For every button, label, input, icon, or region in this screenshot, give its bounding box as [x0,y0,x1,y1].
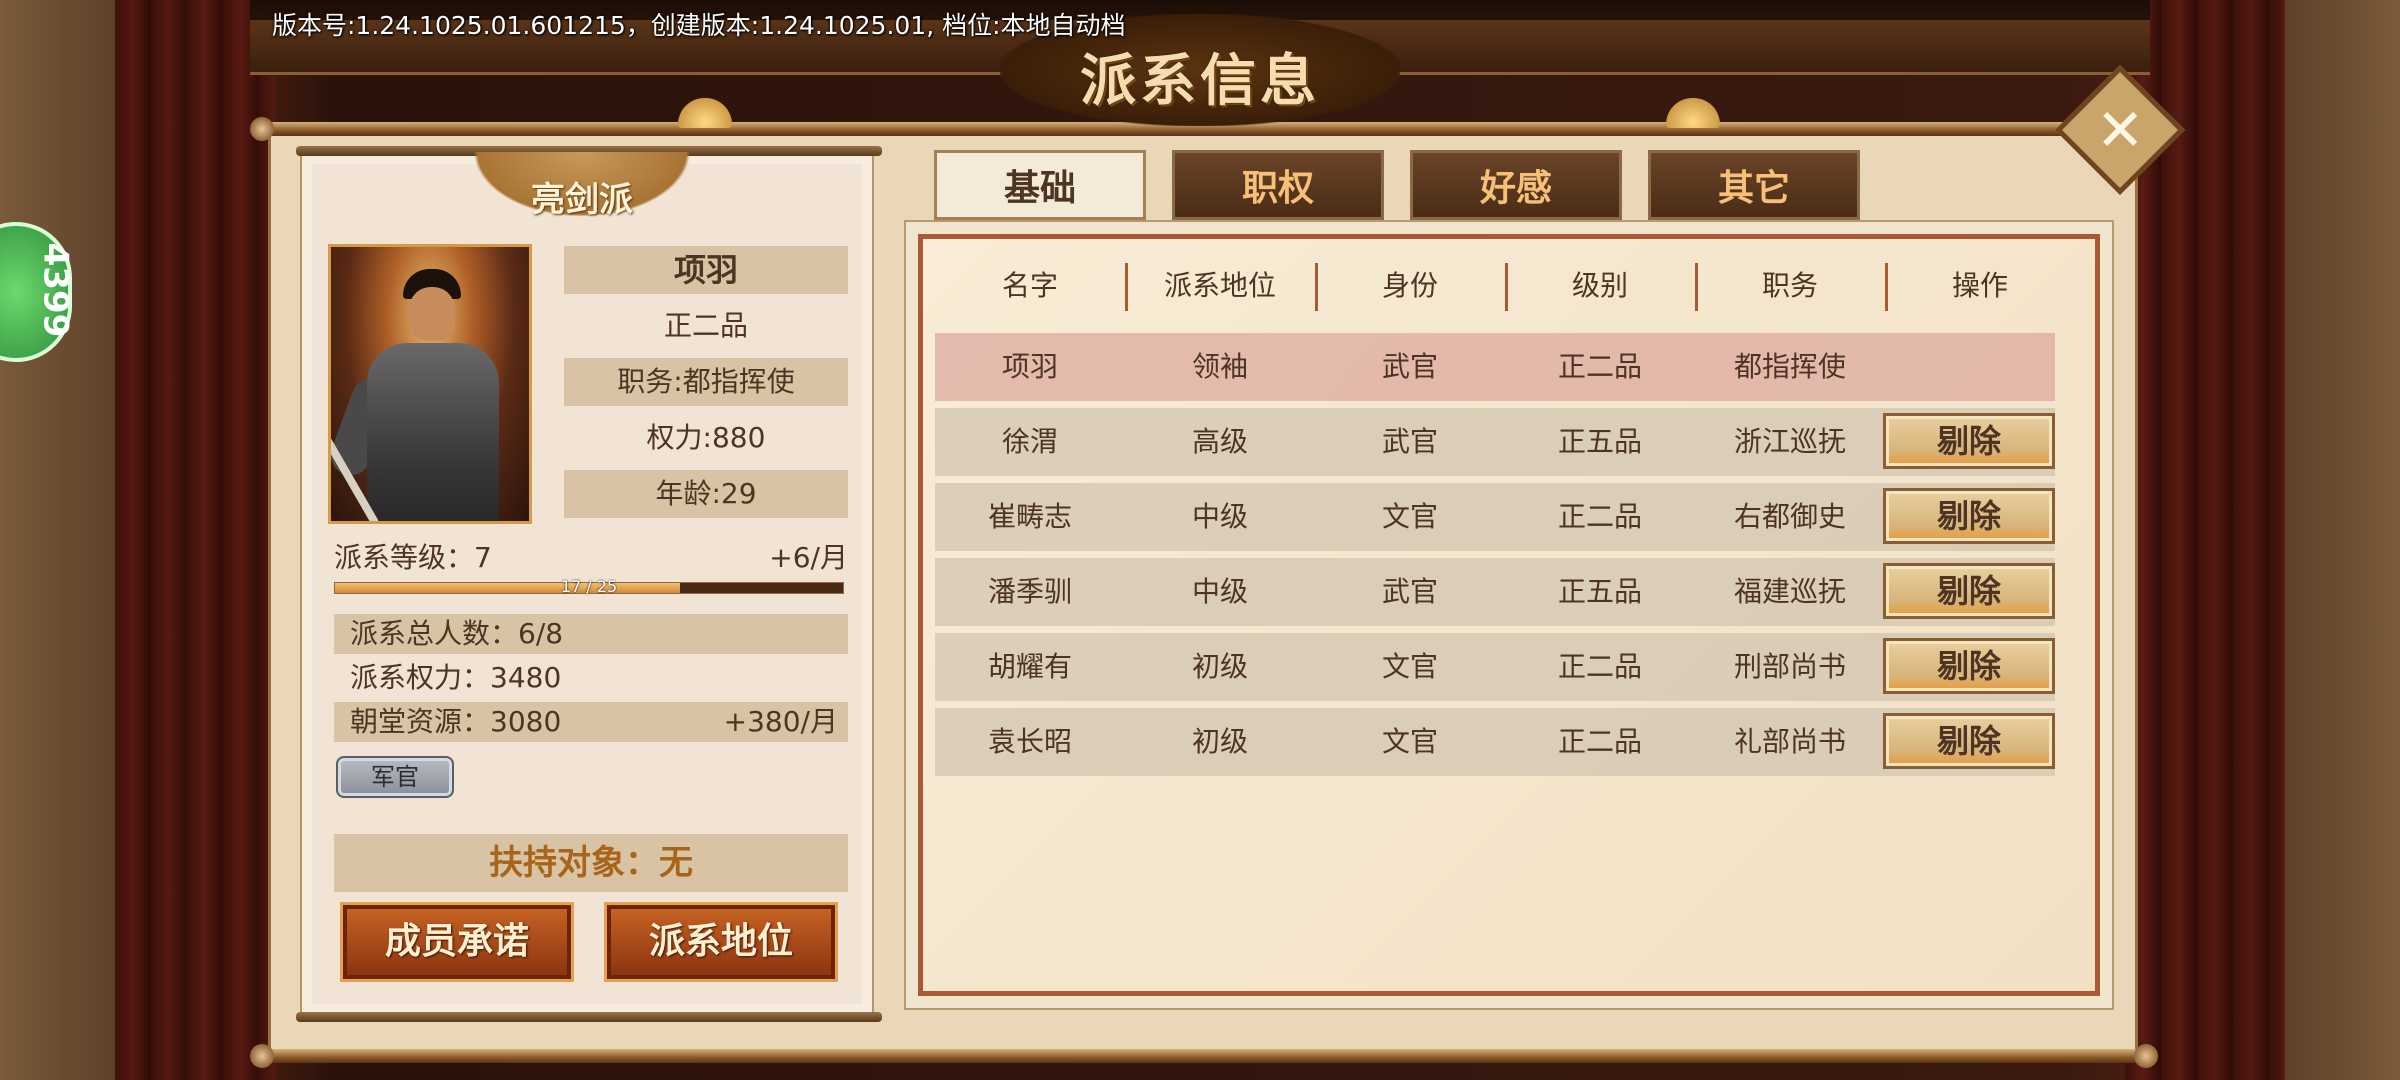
cell-name: 潘季驯 [987,575,1072,608]
member-commitment-button[interactable]: 成员承诺 [340,902,574,982]
column-header: 名字 [1001,269,1058,302]
portrait-head [409,287,455,341]
close-icon: ✕ [2095,95,2145,164]
column-header: 身份 [1381,269,1438,302]
cell-name: 项羽 [1001,350,1058,383]
remove-member-button[interactable]: 剔除 [1883,713,2055,769]
faction-power: 派系权力：3480 [334,658,848,698]
faction-power-label: 派系权力：3480 [350,661,562,694]
lamp-icon [1666,98,1720,128]
leader-power: 权力:880 [646,421,766,454]
cell-identity: 武官 [1381,425,1438,458]
remove-member-button[interactable]: 剔除 [1883,488,2055,544]
cell-level: 正二品 [1557,500,1642,533]
faction-resources-rate: +380/月 [723,705,838,738]
tab-other[interactable]: 其它 [1648,150,1860,220]
rod-cap [250,1044,274,1068]
cell-identity: 文官 [1381,725,1438,758]
cell-level: 正五品 [1557,575,1642,608]
lamp-icon [678,98,732,128]
faction-exp-text: 17 / 25 [560,577,618,596]
faction-resources-label: 朝堂资源：3080 [350,705,562,738]
faction-name: 亮剑派 [531,180,633,220]
member-table: 名字 派系地位 身份 级别 职务 操作 项羽 领袖 武官 正二品 都指挥使 徐渭 高级 武官正… [918,234,2100,996]
cell-duty: 礼部尚书 [1733,725,1846,758]
leader-age: 年龄:29 [564,470,848,518]
leader-position: 职务:都指挥使 [564,358,848,406]
cell-name: 崔畴志 [987,500,1072,533]
faction-level-row: 派系等级：7 +6/月 [334,536,848,576]
column-header: 操作 [1951,269,2008,302]
game-stage: 派系信息 版本号:1.24.1025.01.601215，创建版本:1.24.1… [0,0,2400,1080]
table-row[interactable]: 崔畴志 中级 文官 正二品 右都御史 剔除 [935,483,2055,551]
tab-favor[interactable]: 好感 [1410,150,1622,220]
faction-members-label: 派系总人数：6/8 [350,617,564,650]
cell-name: 徐渭 [1001,425,1058,458]
cell-identity: 文官 [1381,650,1438,683]
tab-basic[interactable]: 基础 [934,150,1146,220]
cell-identity: 武官 [1381,350,1438,383]
cell-name: 袁长昭 [987,725,1072,758]
faction-members: 派系总人数：6/8 [334,614,848,654]
table-row[interactable]: 袁长昭 初级 文官 正二品 礼部尚书 剔除 [935,708,2055,776]
column-header: 级别 [1571,269,1628,302]
remove-member-button[interactable]: 剔除 [1883,413,2055,469]
leader-rank: 正二品 [663,309,748,342]
right-wall [2282,0,2400,1080]
page-title: 派系信息 [1080,48,1320,114]
side-badge-label: 4399 [35,242,76,338]
cell-identity: 武官 [1381,575,1438,608]
cell-duty: 刑部尚书 [1733,650,1846,683]
left-wall [0,0,118,1080]
faction-level: 派系等级：7 [334,541,492,574]
portrait-armor [367,343,499,521]
faction-resources: 朝堂资源：3080 +380/月 [334,702,848,742]
cell-identity: 文官 [1381,500,1438,533]
rod-cap [250,117,274,141]
leader-name: 项羽 [564,246,848,294]
cell-duty: 右都御史 [1733,500,1846,533]
faction-level-rate: +6/月 [769,541,848,574]
table-header: 名字 派系地位 身份 级别 职务 操作 [935,251,2083,321]
bottom-scroll-rod [258,1049,2148,1063]
panel-bottom-rod [296,1012,882,1022]
table-row[interactable]: 潘季驯 中级 武官 正五品 福建巡抚 剔除 [935,558,2055,626]
cell-level: 正二品 [1557,350,1642,383]
cell-status: 中级 [1191,575,1248,608]
cell-duty: 福建巡抚 [1733,575,1846,608]
cell-name: 胡耀有 [987,650,1072,683]
table-row[interactable]: 项羽 领袖 武官 正二品 都指挥使 [935,333,2055,401]
table-row[interactable]: 徐渭 高级 武官 正五品 浙江巡抚 剔除 [935,408,2055,476]
tab-authority[interactable]: 职权 [1172,150,1384,220]
cell-duty: 都指挥使 [1733,350,1846,383]
faction-info-panel: 亮剑派 项羽 正二品 职务:都指挥使 权力:880 年龄:29 派系等级：7 +… [296,146,882,1022]
cell-duty: 浙江巡抚 [1733,425,1846,458]
officer-tag[interactable]: 军官 [336,756,454,798]
column-header: 职务 [1761,269,1818,302]
cell-status: 高级 [1191,425,1248,458]
left-curtain [115,0,275,1080]
cell-level: 正二品 [1557,650,1642,683]
version-info: 版本号:1.24.1025.01.601215，创建版本:1.24.1025.0… [272,11,1126,40]
member-table-frame: 名字 派系地位 身份 级别 职务 操作 项羽 领袖 武官 正二品 都指挥使 徐渭 高级 武官正… [904,220,2114,1010]
cell-level: 正二品 [1557,725,1642,758]
table-row[interactable]: 胡耀有 初级 文官 正二品 刑部尚书 剔除 [935,633,2055,701]
cell-status: 初级 [1191,725,1248,758]
cell-status: 领袖 [1191,350,1248,383]
column-header: 派系地位 [1163,269,1276,302]
support-target: 扶持对象：无 [334,834,848,892]
rod-cap [2134,1044,2158,1068]
leader-portrait[interactable] [328,244,532,524]
cell-status: 中级 [1191,500,1248,533]
remove-member-button[interactable]: 剔除 [1883,638,2055,694]
faction-exp-bar: 17 / 25 [334,577,844,596]
cell-level: 正五品 [1557,425,1642,458]
faction-status-button[interactable]: 派系地位 [604,902,838,982]
remove-member-button[interactable]: 剔除 [1883,563,2055,619]
cell-status: 初级 [1191,650,1248,683]
